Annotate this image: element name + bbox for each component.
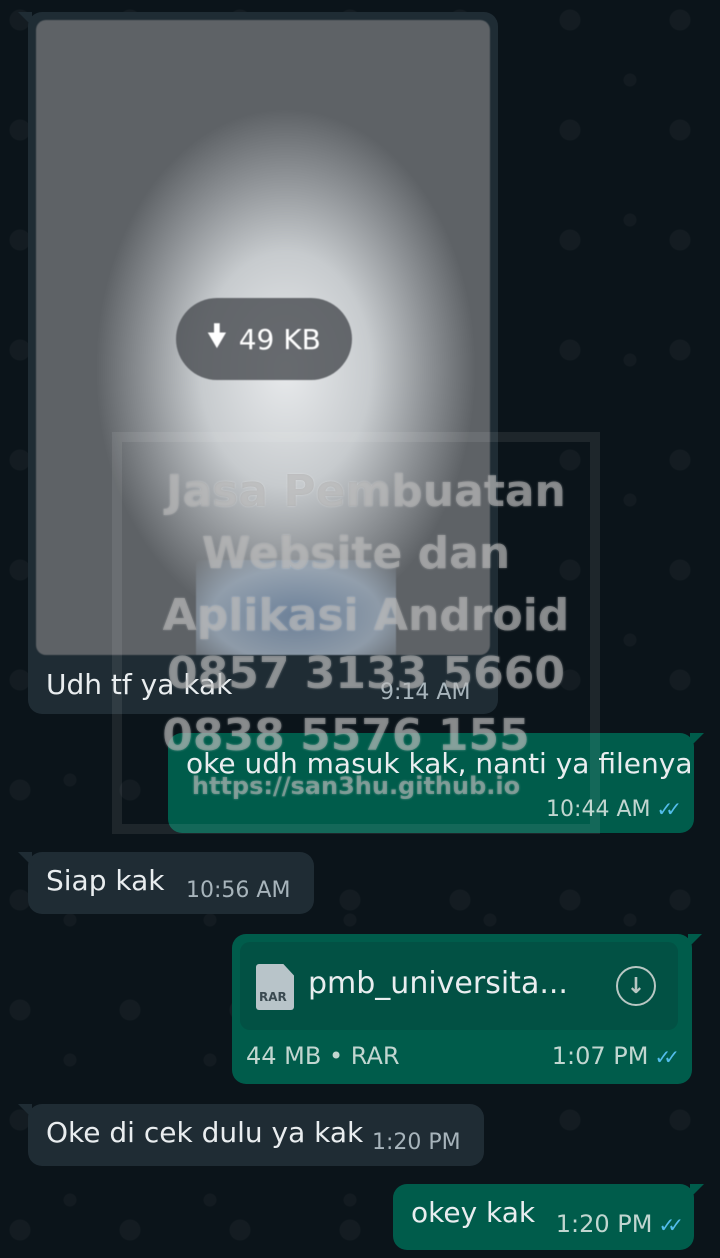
image-blur-detail [196, 560, 396, 655]
message-text: Siap kak [46, 864, 165, 897]
file-type-label: RAR [259, 990, 287, 1004]
message-time-status: 1:20 PM ✓✓ [555, 1210, 684, 1238]
file-message[interactable]: RAR pmb_universita... ↓ 44 MB • RAR 1:07… [232, 934, 702, 1084]
double-check-icon: ✓✓ [656, 797, 681, 821]
message-text: oke udh masuk kak, nanti ya filenya [186, 747, 693, 780]
incoming-message[interactable]: Siap kak 10:56 AM [18, 852, 314, 914]
image-message[interactable]: 🠟 49 KB Udh tf ya kak 9:14 AM [18, 12, 498, 714]
file-card[interactable]: RAR pmb_universita... ↓ [240, 942, 678, 1030]
outgoing-message[interactable]: okey kak 1:20 PM ✓✓ [393, 1184, 704, 1250]
message-time: 9:14 AM [380, 680, 471, 705]
message-time: 10:44 AM [546, 797, 651, 822]
download-icon[interactable]: ↓ [616, 966, 656, 1006]
incoming-message[interactable]: Oke di cek dulu ya kak 1:20 PM [18, 1104, 484, 1166]
message-time: 1:07 PM [551, 1042, 649, 1070]
double-check-icon: ✓✓ [658, 1213, 683, 1237]
blurred-image-preview[interactable]: 🠟 49 KB [36, 20, 490, 655]
message-time: 1:20 PM [555, 1210, 653, 1238]
message-time: 1:20 PM [372, 1130, 461, 1155]
image-caption: Udh tf ya kak [46, 668, 233, 701]
message-time-status: 1:07 PM ✓✓ [551, 1042, 680, 1070]
outgoing-message[interactable]: oke udh masuk kak, nanti ya filenya 10:4… [168, 733, 704, 833]
message-time: 10:56 AM [186, 878, 291, 903]
double-check-icon: ✓✓ [654, 1045, 679, 1069]
download-arrow-icon: 🠟 [207, 318, 227, 354]
message-text: okey kak [411, 1196, 536, 1229]
image-download-button[interactable]: 🠟 49 KB [176, 298, 352, 380]
file-meta: 44 MB • RAR [246, 1042, 400, 1070]
message-text: Oke di cek dulu ya kak [46, 1116, 364, 1149]
file-name: pmb_universita... [308, 966, 568, 1001]
rar-file-icon: RAR [256, 964, 294, 1010]
message-time-status: 10:44 AM ✓✓ [546, 797, 682, 822]
image-download-size: 49 KB [238, 322, 321, 356]
